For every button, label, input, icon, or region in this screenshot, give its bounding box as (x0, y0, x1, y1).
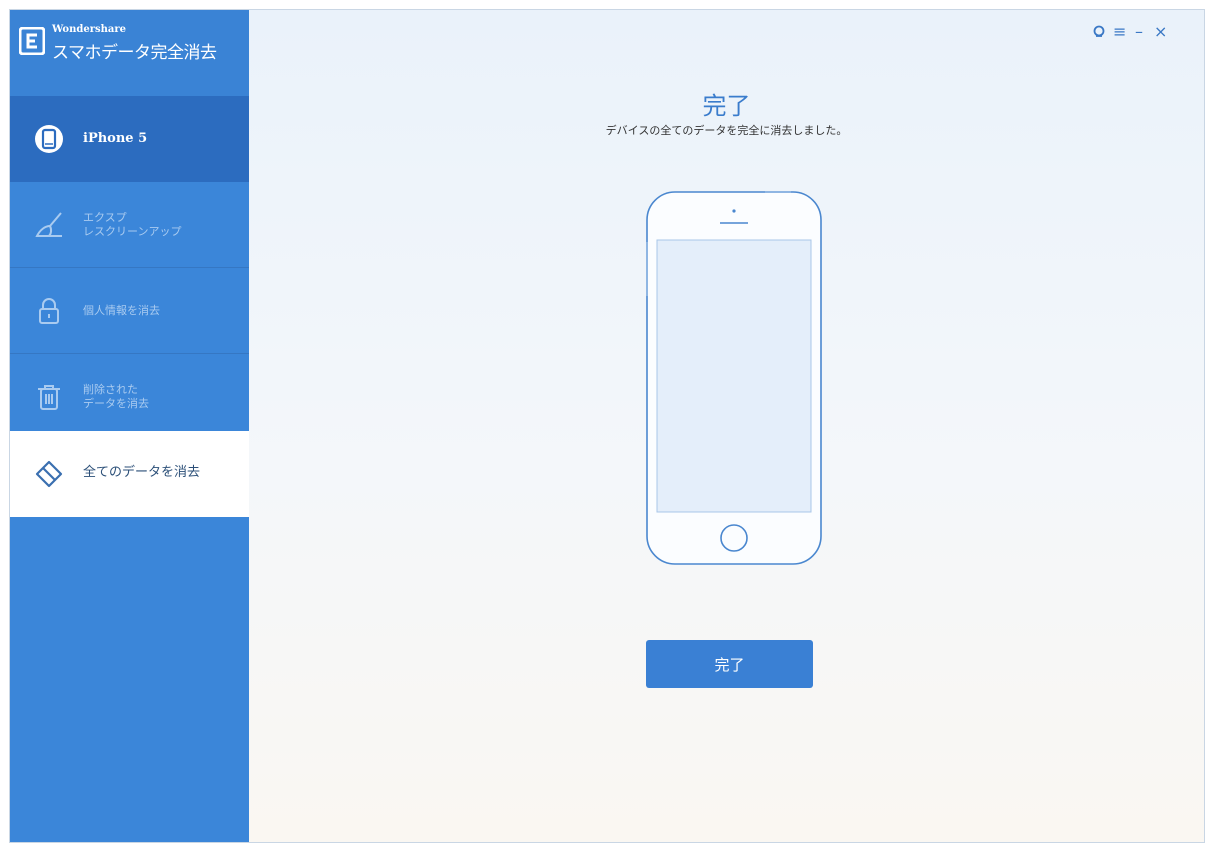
sidebar-item-express-cleanup-label: エクスプ レスクリーンアップ (83, 211, 182, 238)
app-window: Wondershare スマホデータ完全消去 iPhone 5 エクスプ レスク… (9, 9, 1205, 843)
wondershare-logo-icon (19, 27, 45, 55)
brand-header: Wondershare スマホデータ完全消去 (10, 10, 249, 96)
page-subtitle: デバイスの全てのデータを完全に消去しました。 (605, 124, 848, 137)
sidebar: Wondershare スマホデータ完全消去 iPhone 5 エクスプ レスク… (10, 10, 249, 842)
phone-icon (35, 125, 63, 153)
sidebar-item-device[interactable]: iPhone 5 (10, 96, 249, 182)
brand-company: Wondershare (52, 24, 126, 35)
main-panel: ≡ – × 完了 デバイスの全てのデータを完全に消去しました。 完了 (249, 10, 1204, 842)
sidebar-item-erase-private-label: 個人情報を消去 (83, 304, 160, 317)
sidebar-item-erase-all[interactable]: 全てのデータを消去 (10, 431, 249, 517)
broom-icon (35, 212, 62, 237)
phone-illustration (646, 191, 822, 565)
sidebar-item-device-label: iPhone 5 (83, 131, 148, 146)
sidebar-item-express-cleanup[interactable]: エクスプ レスクリーンアップ (10, 182, 249, 268)
eraser-icon (35, 460, 63, 488)
lock-icon (39, 298, 59, 324)
brand-product: スマホデータ完全消去 (52, 43, 217, 63)
minimize-icon[interactable]: – (1135, 24, 1143, 40)
sidebar-item-erase-deleted[interactable]: 削除された データを消去 (10, 354, 249, 440)
menu-icon[interactable]: ≡ (1113, 24, 1126, 40)
feedback-icon[interactable] (1092, 25, 1106, 39)
sidebar-item-erase-deleted-label: 削除された データを消去 (83, 383, 149, 410)
done-button[interactable]: 完了 (646, 640, 813, 688)
close-icon[interactable]: × (1154, 24, 1167, 40)
page-title: 完了 (702, 92, 751, 120)
trash-icon (38, 385, 60, 410)
sidebar-item-erase-all-label: 全てのデータを消去 (83, 465, 201, 480)
sidebar-item-erase-private[interactable]: 個人情報を消去 (10, 268, 249, 354)
